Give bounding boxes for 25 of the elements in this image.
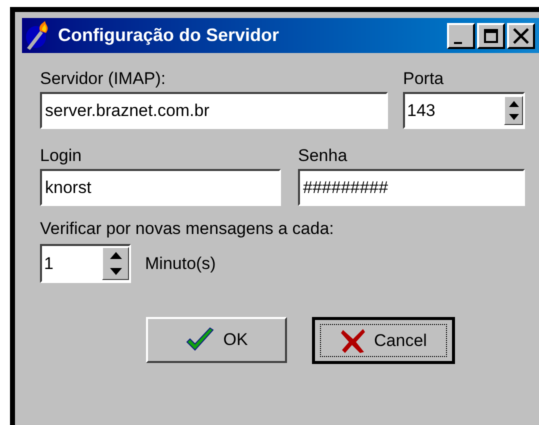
close-icon: [511, 26, 531, 46]
cancel-button[interactable]: Cancel: [312, 317, 455, 364]
field-label: Senha: [298, 145, 348, 167]
checkmark-icon: [185, 327, 216, 353]
server-input[interactable]: server.braznet.com.br: [40, 92, 388, 129]
field-label: Porta: [403, 68, 445, 90]
interval-spinner[interactable]: 1: [40, 244, 131, 283]
maximize-button[interactable]: [477, 22, 505, 48]
password-input[interactable]: #########: [298, 169, 525, 206]
minimize-button[interactable]: [447, 22, 475, 48]
spin-arrows-icon[interactable]: [102, 247, 129, 280]
minimize-icon: [454, 42, 462, 44]
interval-value: 1: [43, 252, 54, 275]
field-label: Servidor (IMAP):: [40, 68, 167, 90]
field-label: Verificar por novas mensagens a cada:: [40, 218, 334, 240]
field-label: Login: [40, 145, 83, 167]
ok-button[interactable]: OK: [146, 317, 287, 363]
unit-label: Minuto(s): [145, 252, 216, 275]
window-title: Configuração do Servidor: [58, 24, 280, 47]
port-value: 143: [406, 100, 436, 122]
close-button[interactable]: [507, 22, 535, 48]
cross-icon: [340, 328, 366, 354]
login-input[interactable]: knorst: [40, 169, 281, 206]
port-spinner[interactable]: 143: [403, 92, 525, 129]
spin-arrows-icon[interactable]: [504, 96, 523, 125]
